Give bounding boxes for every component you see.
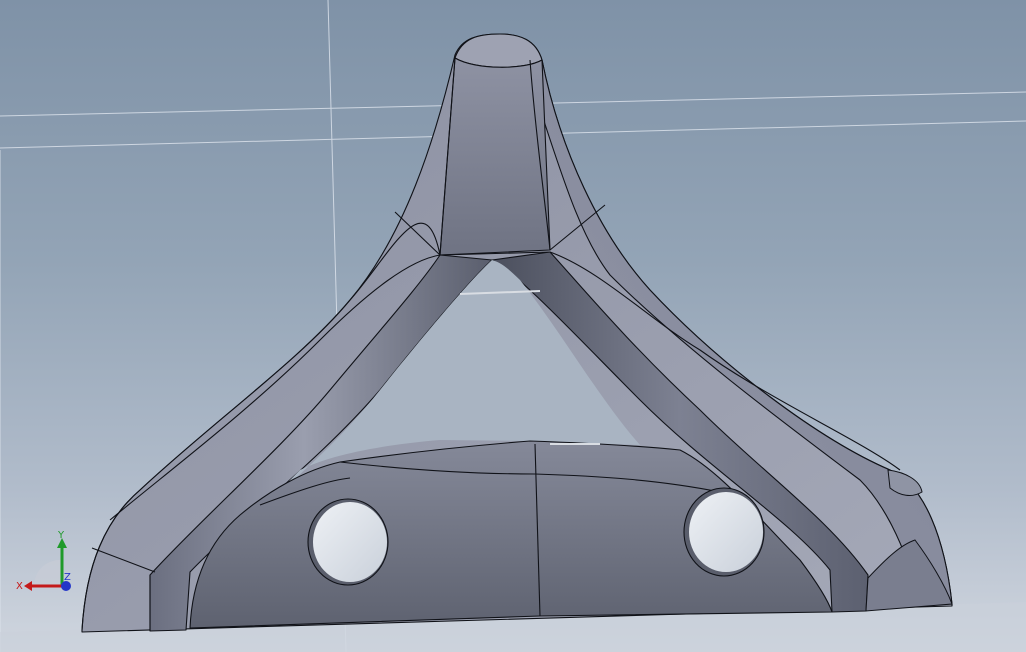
triad-sphere-shade	[33, 559, 62, 586]
x-axis-label: X	[16, 581, 23, 592]
orientation-triad[interactable]: Y X Z	[14, 528, 80, 602]
y-axis-label: Y	[57, 530, 65, 541]
x-axis-arrow	[24, 581, 32, 591]
z-axis-label: Z	[64, 572, 71, 583]
graphics-viewport[interactable]: Y X Z	[0, 0, 1026, 652]
model-view[interactable]	[0, 0, 1026, 652]
